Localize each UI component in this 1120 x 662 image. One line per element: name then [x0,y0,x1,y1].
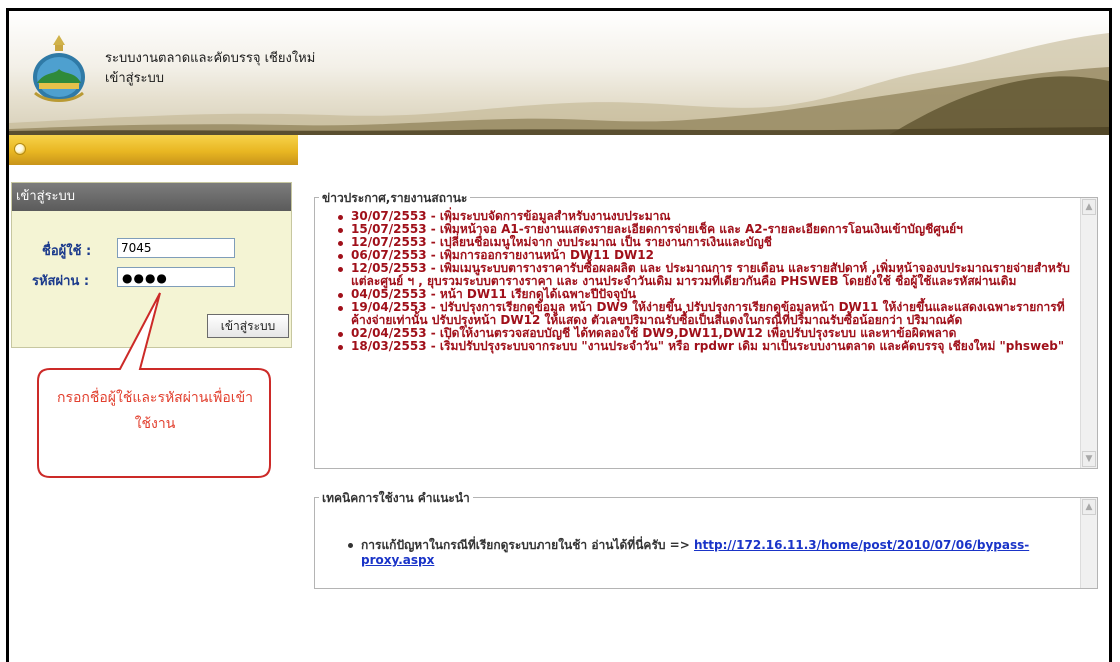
scroll-up-arrow-icon[interactable]: ▲ [1082,499,1096,515]
news-item: 18/03/2553 - เริ่มปรับปรุงระบบจากระบบ "ง… [337,340,1077,353]
tips-item: การแก้ปัญหาในกรณีที่เรียกดูระบบภายในช้า … [347,538,1101,568]
tips-panel: เทคนิคการใช้งาน คำแนะนำ การแก้ปัญหาในกรณ… [314,489,1101,589]
page-subtitle: เข้าสู่ระบบ [105,71,165,86]
tips-legend: เทคนิคการใช้งาน คำแนะนำ [319,489,473,508]
username-field[interactable] [117,238,235,258]
scroll-up-arrow-icon[interactable]: ▲ [1082,199,1096,215]
password-label: รหัสผ่าน : [32,274,90,289]
instruction-line-1: กรอกชื่อผู้ใช้และรหัสผ่านเพื่อเข้า [56,390,254,406]
tips-item-text: การแก้ปัญหาในกรณีที่เรียกดูระบบภายในช้า … [361,538,694,552]
left-column: เข้าสู่ระบบ ชื่อผู้ใช้ : รหัสผ่าน : ●●●●… [9,165,298,662]
news-announcements-panel: ข่าวประกาศ,รายงานสถานะ 30/07/2553 - เพิ่… [314,189,1098,469]
landscape-background [9,33,1109,135]
app-title: ระบบงานตลาดและคัดบรรจุ เชียงใหม่ [105,51,316,66]
instruction-callout-text: กรอกชื่อผู้ใช้และรหัสผ่านเพื่อเข้า ใช้งา… [47,385,263,437]
news-list: 30/07/2553 - เพิ่มระบบจัดการข้อมูลสำหรับ… [337,210,1077,353]
news-item: 19/04/2553 - ปรับปรุงการเรียกดูข้อมูล หน… [337,301,1077,327]
radio-icon [14,143,26,155]
password-mask: ●●●● [122,271,168,285]
left-panel-header-bar [9,135,298,165]
news-legend: ข่าวประกาศ,รายงานสถานะ [319,189,471,208]
username-label: ชื่อผู้ใช้ : [42,244,92,259]
organization-seal-logo [33,35,85,102]
password-field[interactable]: ●●●● [117,267,235,287]
news-item: 12/05/2553 - เพิ่มเมนูระบบตารางราคารับซื… [337,262,1077,288]
news-scrollbar[interactable]: ▲ ▼ [1080,198,1097,468]
app-frame: ระบบงานตลาดและคัดบรรจุ เชียงใหม่ เข้าสู่… [6,8,1112,662]
tips-scrollbar[interactable]: ▲ [1080,498,1097,588]
scroll-down-arrow-icon[interactable]: ▼ [1082,451,1096,467]
instruction-line-2: ใช้งาน [134,416,176,432]
header-banner: ระบบงานตลาดและคัดบรรจุ เชียงใหม่ เข้าสู่… [9,11,1109,135]
login-panel-title: เข้าสู่ระบบ [12,183,291,211]
